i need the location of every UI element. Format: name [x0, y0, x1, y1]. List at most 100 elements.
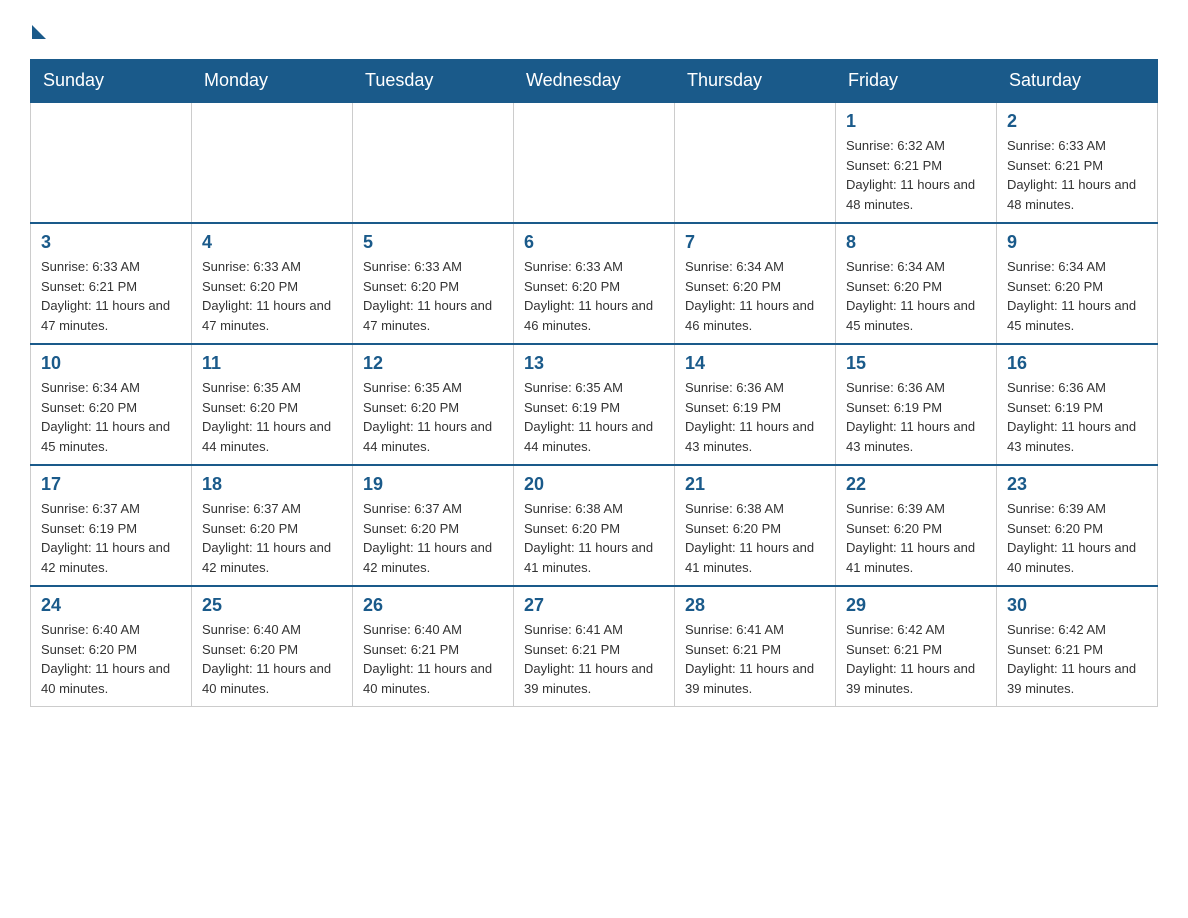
day-info: Sunrise: 6:36 AMSunset: 6:19 PMDaylight:…	[685, 378, 825, 456]
day-info: Sunrise: 6:34 AMSunset: 6:20 PMDaylight:…	[685, 257, 825, 335]
column-header-monday: Monday	[192, 60, 353, 103]
calendar-cell: 19 Sunrise: 6:37 AMSunset: 6:20 PMDayligh…	[353, 465, 514, 586]
calendar-cell: 9 Sunrise: 6:34 AMSunset: 6:20 PMDaylight…	[997, 223, 1158, 344]
calendar-cell: 16 Sunrise: 6:36 AMSunset: 6:19 PMDayligh…	[997, 344, 1158, 465]
day-number: 19	[363, 474, 503, 495]
page-header	[30, 20, 1158, 39]
day-info: Sunrise: 6:37 AMSunset: 6:20 PMDaylight:…	[202, 499, 342, 577]
calendar-cell: 20 Sunrise: 6:38 AMSunset: 6:20 PMDayligh…	[514, 465, 675, 586]
calendar-cell: 23 Sunrise: 6:39 AMSunset: 6:20 PMDayligh…	[997, 465, 1158, 586]
column-header-sunday: Sunday	[31, 60, 192, 103]
day-info: Sunrise: 6:40 AMSunset: 6:21 PMDaylight:…	[363, 620, 503, 698]
calendar-header-row: SundayMondayTuesdayWednesdayThursdayFrid…	[31, 60, 1158, 103]
day-info: Sunrise: 6:33 AMSunset: 6:20 PMDaylight:…	[524, 257, 664, 335]
day-info: Sunrise: 6:34 AMSunset: 6:20 PMDaylight:…	[41, 378, 181, 456]
calendar-cell: 29Sunrise: 6:42 AMSunset: 6:21 PMDayligh…	[836, 586, 997, 707]
logo-arrow-icon	[32, 25, 46, 39]
week-row-2: 3 Sunrise: 6:33 AMSunset: 6:21 PMDaylight…	[31, 223, 1158, 344]
calendar-cell: 10 Sunrise: 6:34 AMSunset: 6:20 PMDayligh…	[31, 344, 192, 465]
column-header-thursday: Thursday	[675, 60, 836, 103]
calendar-cell	[514, 102, 675, 223]
day-info: Sunrise: 6:33 AMSunset: 6:21 PMDaylight:…	[41, 257, 181, 335]
day-info: Sunrise: 6:39 AMSunset: 6:20 PMDaylight:…	[846, 499, 986, 577]
column-header-friday: Friday	[836, 60, 997, 103]
calendar-cell: 27Sunrise: 6:41 AMSunset: 6:21 PMDayligh…	[514, 586, 675, 707]
day-number: 20	[524, 474, 664, 495]
day-number: 3	[41, 232, 181, 253]
week-row-3: 10 Sunrise: 6:34 AMSunset: 6:20 PMDayligh…	[31, 344, 1158, 465]
day-info: Sunrise: 6:41 AMSunset: 6:21 PMDaylight:…	[685, 620, 825, 698]
day-number: 8	[846, 232, 986, 253]
calendar-table: SundayMondayTuesdayWednesdayThursdayFrid…	[30, 59, 1158, 707]
calendar-cell: 3 Sunrise: 6:33 AMSunset: 6:21 PMDaylight…	[31, 223, 192, 344]
calendar-cell	[192, 102, 353, 223]
day-info: Sunrise: 6:33 AMSunset: 6:21 PMDaylight:…	[1007, 136, 1147, 214]
day-number: 25	[202, 595, 342, 616]
day-number: 27	[524, 595, 664, 616]
day-number: 4	[202, 232, 342, 253]
day-number: 6	[524, 232, 664, 253]
day-info: Sunrise: 6:36 AMSunset: 6:19 PMDaylight:…	[846, 378, 986, 456]
day-number: 30	[1007, 595, 1147, 616]
calendar-cell: 4Sunrise: 6:33 AMSunset: 6:20 PMDaylight…	[192, 223, 353, 344]
day-info: Sunrise: 6:40 AMSunset: 6:20 PMDaylight:…	[41, 620, 181, 698]
day-number: 5	[363, 232, 503, 253]
day-number: 22	[846, 474, 986, 495]
calendar-cell: 14 Sunrise: 6:36 AMSunset: 6:19 PMDayligh…	[675, 344, 836, 465]
calendar-cell: 18 Sunrise: 6:37 AMSunset: 6:20 PMDayligh…	[192, 465, 353, 586]
calendar-cell: 21 Sunrise: 6:38 AMSunset: 6:20 PMDayligh…	[675, 465, 836, 586]
calendar-cell: 6 Sunrise: 6:33 AMSunset: 6:20 PMDaylight…	[514, 223, 675, 344]
calendar-cell: 11 Sunrise: 6:35 AMSunset: 6:20 PMDayligh…	[192, 344, 353, 465]
day-info: Sunrise: 6:34 AMSunset: 6:20 PMDaylight:…	[846, 257, 986, 335]
calendar-cell: 15Sunrise: 6:36 AMSunset: 6:19 PMDayligh…	[836, 344, 997, 465]
column-header-saturday: Saturday	[997, 60, 1158, 103]
calendar-cell: 12 Sunrise: 6:35 AMSunset: 6:20 PMDayligh…	[353, 344, 514, 465]
day-number: 23	[1007, 474, 1147, 495]
day-info: Sunrise: 6:35 AMSunset: 6:20 PMDaylight:…	[363, 378, 503, 456]
day-info: Sunrise: 6:39 AMSunset: 6:20 PMDaylight:…	[1007, 499, 1147, 577]
day-number: 1	[846, 111, 986, 132]
day-number: 28	[685, 595, 825, 616]
day-info: Sunrise: 6:32 AMSunset: 6:21 PMDaylight:…	[846, 136, 986, 214]
calendar-cell: 24 Sunrise: 6:40 AMSunset: 6:20 PMDayligh…	[31, 586, 192, 707]
day-number: 24	[41, 595, 181, 616]
day-info: Sunrise: 6:42 AMSunset: 6:21 PMDaylight:…	[846, 620, 986, 698]
column-header-tuesday: Tuesday	[353, 60, 514, 103]
calendar-cell: 8 Sunrise: 6:34 AMSunset: 6:20 PMDaylight…	[836, 223, 997, 344]
day-info: Sunrise: 6:38 AMSunset: 6:20 PMDaylight:…	[524, 499, 664, 577]
calendar-cell: 13 Sunrise: 6:35 AMSunset: 6:19 PMDayligh…	[514, 344, 675, 465]
day-info: Sunrise: 6:35 AMSunset: 6:19 PMDaylight:…	[524, 378, 664, 456]
day-number: 16	[1007, 353, 1147, 374]
day-info: Sunrise: 6:35 AMSunset: 6:20 PMDaylight:…	[202, 378, 342, 456]
day-info: Sunrise: 6:36 AMSunset: 6:19 PMDaylight:…	[1007, 378, 1147, 456]
calendar-cell: 25Sunrise: 6:40 AMSunset: 6:20 PMDayligh…	[192, 586, 353, 707]
day-number: 26	[363, 595, 503, 616]
calendar-cell: 2 Sunrise: 6:33 AMSunset: 6:21 PMDaylight…	[997, 102, 1158, 223]
day-info: Sunrise: 6:37 AMSunset: 6:20 PMDaylight:…	[363, 499, 503, 577]
day-number: 2	[1007, 111, 1147, 132]
calendar-cell: 17Sunrise: 6:37 AMSunset: 6:19 PMDayligh…	[31, 465, 192, 586]
day-number: 13	[524, 353, 664, 374]
day-number: 21	[685, 474, 825, 495]
day-number: 14	[685, 353, 825, 374]
day-number: 9	[1007, 232, 1147, 253]
day-number: 12	[363, 353, 503, 374]
day-info: Sunrise: 6:33 AMSunset: 6:20 PMDaylight:…	[363, 257, 503, 335]
calendar-cell: 1 Sunrise: 6:32 AMSunset: 6:21 PMDaylight…	[836, 102, 997, 223]
day-number: 17	[41, 474, 181, 495]
calendar-cell: 26 Sunrise: 6:40 AMSunset: 6:21 PMDayligh…	[353, 586, 514, 707]
day-info: Sunrise: 6:34 AMSunset: 6:20 PMDaylight:…	[1007, 257, 1147, 335]
calendar-cell: 28 Sunrise: 6:41 AMSunset: 6:21 PMDayligh…	[675, 586, 836, 707]
week-row-1: 1 Sunrise: 6:32 AMSunset: 6:21 PMDaylight…	[31, 102, 1158, 223]
day-number: 10	[41, 353, 181, 374]
day-info: Sunrise: 6:42 AMSunset: 6:21 PMDaylight:…	[1007, 620, 1147, 698]
calendar-cell	[675, 102, 836, 223]
week-row-5: 24 Sunrise: 6:40 AMSunset: 6:20 PMDayligh…	[31, 586, 1158, 707]
day-number: 11	[202, 353, 342, 374]
day-info: Sunrise: 6:38 AMSunset: 6:20 PMDaylight:…	[685, 499, 825, 577]
calendar-cell: 5 Sunrise: 6:33 AMSunset: 6:20 PMDaylight…	[353, 223, 514, 344]
calendar-cell: 7 Sunrise: 6:34 AMSunset: 6:20 PMDaylight…	[675, 223, 836, 344]
calendar-cell	[353, 102, 514, 223]
day-number: 7	[685, 232, 825, 253]
day-number: 18	[202, 474, 342, 495]
